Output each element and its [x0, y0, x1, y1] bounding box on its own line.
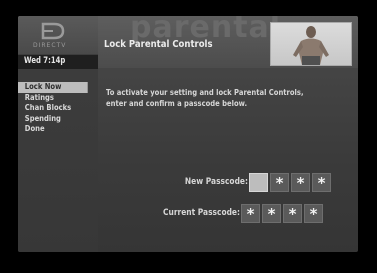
new-passcode-digit-1[interactable]: [249, 173, 268, 192]
menu-item-chan-blocks[interactable]: Chan Blocks: [18, 103, 86, 114]
current-passcode-digit-3[interactable]: *: [283, 204, 302, 223]
current-passcode-label: Current Passcode:: [163, 208, 240, 218]
instructions-text: To activate your setting and lock Parent…: [106, 88, 304, 108]
tv-screen: DIRECTV Wed 7:14p Lock Now Ratings Chan …: [0, 0, 377, 273]
new-passcode-digit-4[interactable]: *: [312, 173, 331, 192]
clock: Wed 7:14p: [24, 56, 66, 66]
directv-logo-icon: [41, 22, 65, 40]
current-passcode-digit-1[interactable]: *: [241, 204, 260, 223]
brand-logo-text: DIRECTV: [33, 42, 67, 49]
menu-item-done[interactable]: Done: [18, 124, 86, 135]
clock-bar: Wed 7:14p: [18, 55, 98, 69]
header-photo: [270, 22, 352, 66]
parental-controls-panel: DIRECTV Wed 7:14p Lock Now Ratings Chan …: [18, 16, 358, 252]
new-passcode-label: New Passcode:: [184, 177, 248, 187]
new-passcode-digit-2[interactable]: *: [270, 173, 289, 192]
header: parental Lock Parental Controls: [98, 16, 358, 68]
menu-item-spending[interactable]: Spending: [18, 114, 86, 125]
side-menu: Lock Now Ratings Chan Blocks Spending Do…: [18, 82, 98, 135]
page-title: Lock Parental Controls: [104, 39, 213, 50]
sidebar: DIRECTV Wed 7:14p Lock Now Ratings Chan …: [18, 16, 98, 252]
current-passcode-digit-4[interactable]: *: [304, 204, 323, 223]
new-passcode-digit-3[interactable]: *: [291, 173, 310, 192]
current-passcode-digit-2[interactable]: *: [262, 204, 281, 223]
brand-area: DIRECTV: [18, 16, 98, 54]
menu-item-ratings[interactable]: Ratings: [18, 93, 86, 104]
menu-item-lock-now[interactable]: Lock Now: [18, 82, 88, 93]
person-photo-icon: [293, 26, 329, 65]
